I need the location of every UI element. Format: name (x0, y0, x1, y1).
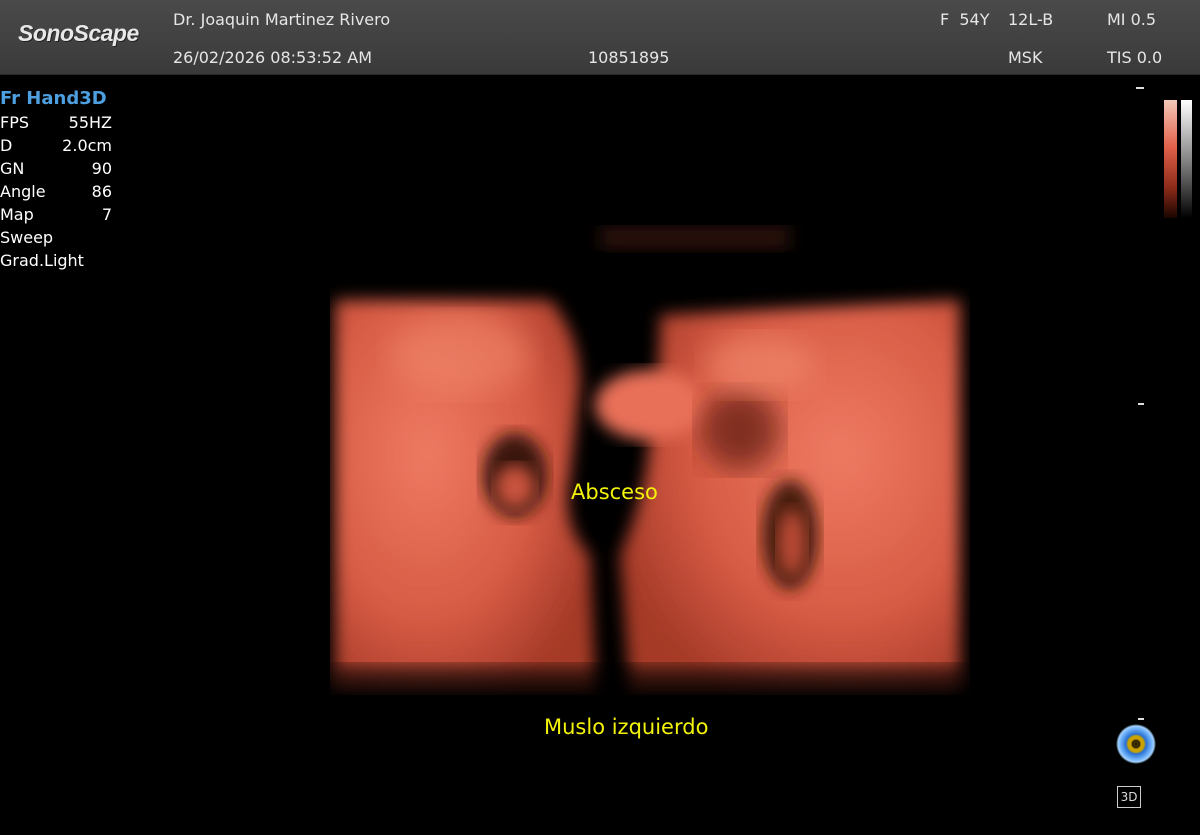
param-row-gain: GN 90 (0, 157, 112, 180)
thermal-index: TIS 0.0 (1107, 48, 1163, 67)
top-info-bar: SonoScape Dr. Joaquin Martinez Rivero 26… (0, 0, 1200, 75)
imaging-parameters-panel: Fr Hand3D FPS 55HZ D 2.0cm GN 90 Angle 86 Ma… (0, 88, 112, 272)
color-map-bar (1164, 100, 1177, 218)
param-value: 7 (101, 205, 112, 224)
render-volume-graphic (330, 225, 970, 695)
param-label: D (0, 136, 13, 155)
annotation-muslo-izquierdo[interactable]: Muslo izquierdo (544, 715, 708, 739)
param-label: FPS (0, 113, 30, 132)
depth-scale-tick (1136, 87, 1144, 89)
param-row-fps: FPS 55HZ (0, 111, 112, 134)
probe-name: 12L-B (1008, 10, 1054, 29)
mechanical-index: MI 0.5 (1107, 10, 1157, 29)
param-label: Angle (0, 182, 46, 201)
param-value: 90 (91, 159, 112, 178)
patient-id: 10851895 (588, 48, 670, 67)
param-value: 2.0cm (62, 136, 112, 155)
param-value: 55HZ (68, 113, 112, 132)
ultrasound-3d-render[interactable] (330, 225, 970, 695)
mode-title: Fr Hand3D (0, 88, 107, 109)
param-label: Sweep (0, 228, 54, 247)
patient-sex-age: F 54Y (940, 10, 990, 29)
param-label: Grad.Light (0, 251, 84, 270)
param-value: 86 (91, 182, 112, 201)
exam-datetime: 26/02/2026 08:53:52 AM (173, 48, 372, 67)
depth-scale-tick (1138, 718, 1144, 720)
param-row-sweep: Sweep (0, 226, 112, 249)
doctor-name: Dr. Joaquin Martinez Rivero (173, 10, 391, 29)
gray-map-bar (1181, 100, 1192, 218)
param-label: GN (0, 159, 25, 178)
param-row-depth: D 2.0cm (0, 134, 112, 157)
param-row-angle: Angle 86 (0, 180, 112, 203)
exam-preset: MSK (1008, 48, 1043, 67)
param-label: Map (0, 205, 34, 224)
depth-scale-tick (1138, 403, 1144, 405)
param-row-map: Map 7 (0, 203, 112, 226)
param-row-grad-light: Grad.Light (0, 249, 112, 272)
annotation-absceso[interactable]: Absceso (571, 480, 658, 504)
sonoscape-logo: SonoScape (18, 20, 139, 46)
orientation-trackball-icon[interactable] (1116, 724, 1156, 764)
3d-mode-button[interactable]: 3D (1117, 786, 1141, 808)
